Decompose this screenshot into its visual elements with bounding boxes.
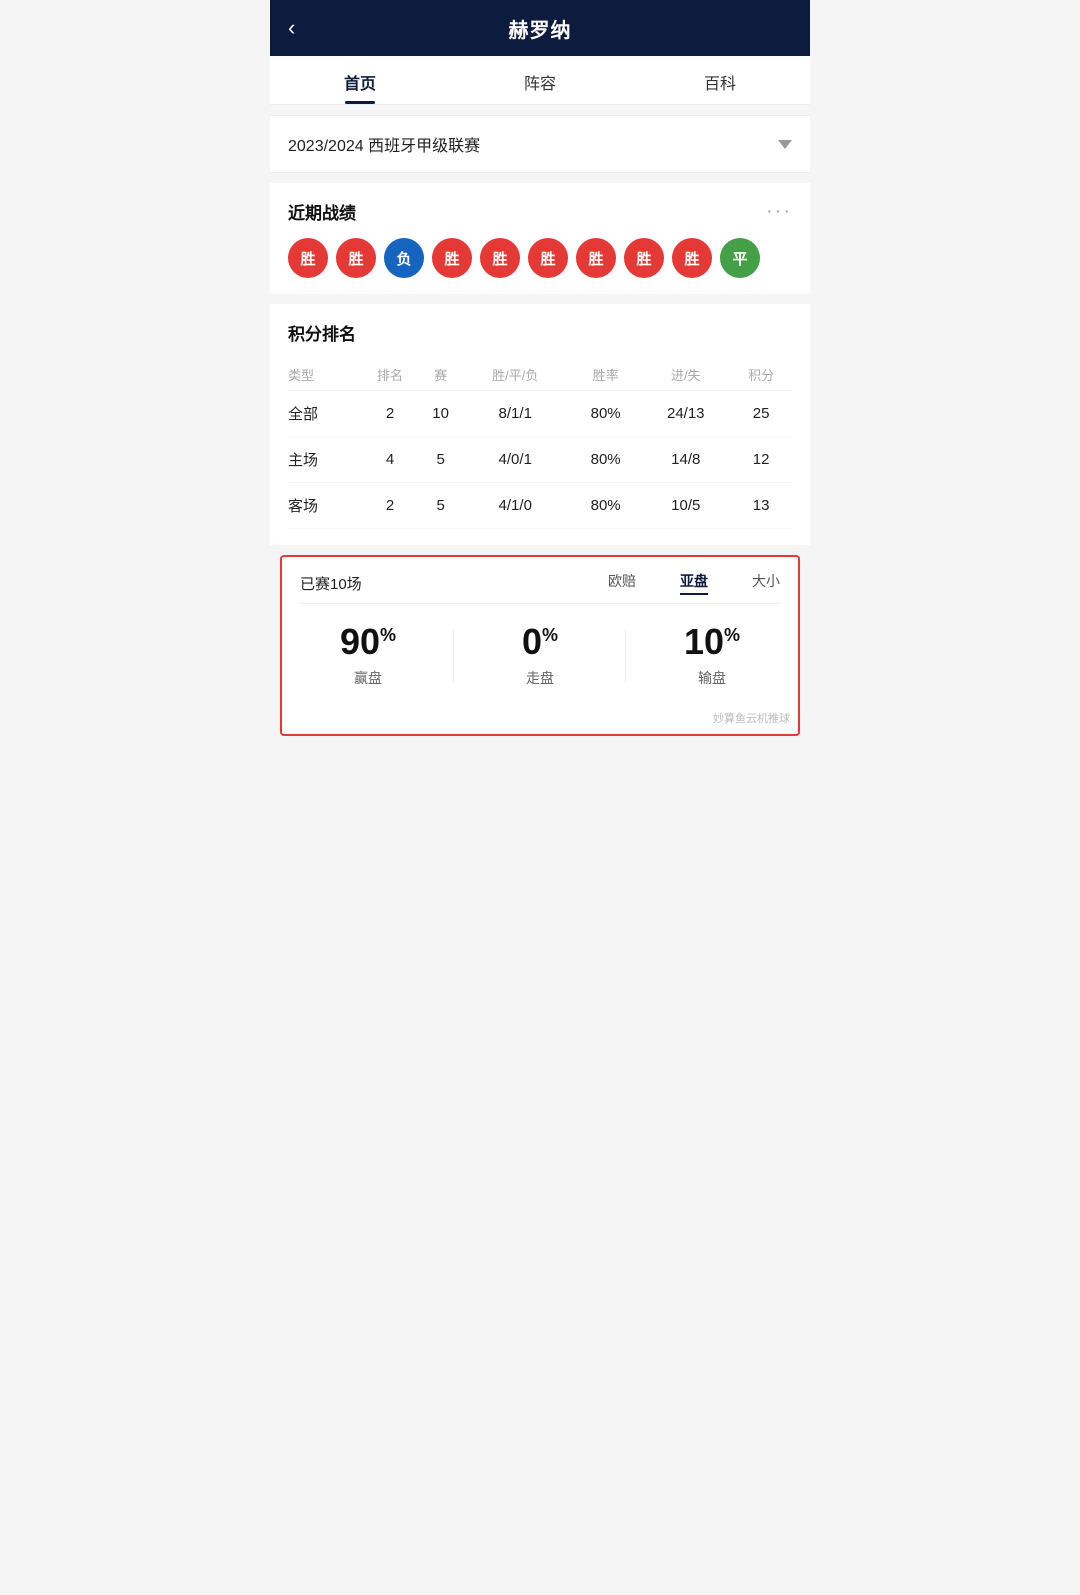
odds-stats-row: 90% 赢盘0% 走盘10% 输盘 [282,604,798,706]
watermark: 妙算鱼云机推球 [282,706,798,734]
odds-label: 赢盘 [282,668,454,688]
table-cell: 5 [421,437,461,483]
standings-col-header: 胜率 [570,359,641,391]
standings-col-header: 赛 [421,359,461,391]
table-cell: 全部 [288,391,359,437]
table-row: 主场454/0/180%14/812 [288,437,792,483]
result-badge: 胜 [288,238,328,278]
standings-table: 类型排名赛胜/平/负胜率进/失积分全部2108/1/180%24/1325主场4… [288,359,792,529]
table-cell: 80% [570,483,641,529]
standings-section: 积分排名 类型排名赛胜/平/负胜率进/失积分全部2108/1/180%24/13… [270,304,810,545]
table-row: 全部2108/1/180%24/1325 [288,391,792,437]
standings-col-header: 胜/平/负 [460,359,570,391]
table-row: 客场254/1/080%10/513 [288,483,792,529]
tab-home[interactable]: 首页 [270,56,450,104]
odds-label: 走盘 [454,668,626,688]
table-cell: 80% [570,391,641,437]
table-cell: 客场 [288,483,359,529]
table-cell: 2 [359,483,421,529]
result-badge: 胜 [432,238,472,278]
result-badge: 胜 [336,238,376,278]
table-cell: 主场 [288,437,359,483]
odds-type-tab[interactable]: 大小 [752,571,780,595]
table-cell: 24/13 [641,391,730,437]
tab-roster[interactable]: 阵容 [450,56,630,104]
table-cell: 8/1/1 [460,391,570,437]
header: ‹ 赫罗纳 [270,0,810,56]
result-badge: 胜 [528,238,568,278]
odds-percent-value: 90% [282,624,454,660]
odds-played-label: 已赛10场 [300,573,588,594]
results-row: 胜胜负胜胜胜胜胜胜平 [288,238,792,278]
odds-section: 已赛10场 欧赔 亚盘 大小 90% 赢盘0% 走盘10% 输盘 妙算鱼云机推球 [280,555,800,736]
result-badge: 胜 [624,238,664,278]
recent-results-section: 近期战绩 ··· 胜胜负胜胜胜胜胜胜平 [270,183,810,294]
result-badge: 胜 [576,238,616,278]
chevron-down-icon [778,140,792,149]
table-cell: 25 [730,391,792,437]
table-cell: 4/0/1 [460,437,570,483]
table-cell: 14/8 [641,437,730,483]
odds-type-tab[interactable]: 欧赔 [608,571,636,595]
standings-col-header: 积分 [730,359,792,391]
odds-types-row: 欧赔 亚盘 大小 [588,571,780,595]
season-label: 2023/2024 西班牙甲级联赛 [288,132,480,156]
odds-stat: 10% 输盘 [626,624,798,688]
table-cell: 5 [421,483,461,529]
standings-col-header: 类型 [288,359,359,391]
recent-results-title: 近期战绩 [288,199,356,224]
season-selector[interactable]: 2023/2024 西班牙甲级联赛 [270,115,810,173]
odds-stat: 90% 赢盘 [282,624,454,688]
table-cell: 10 [421,391,461,437]
table-cell: 4 [359,437,421,483]
odds-stat: 0% 走盘 [454,624,626,688]
standings-col-header: 排名 [359,359,421,391]
page-title: 赫罗纳 [509,14,572,43]
tabs-bar: 首页 阵容 百科 [270,56,810,105]
more-button[interactable]: ··· [766,200,792,223]
table-cell: 2 [359,391,421,437]
odds-label: 输盘 [626,668,798,688]
odds-percent-value: 10% [626,624,798,660]
result-badge: 胜 [672,238,712,278]
tab-wiki[interactable]: 百科 [630,56,810,104]
table-cell: 4/1/0 [460,483,570,529]
back-button[interactable]: ‹ [288,15,295,41]
table-cell: 10/5 [641,483,730,529]
result-badge: 平 [720,238,760,278]
standings-title: 积分排名 [288,320,792,345]
table-cell: 12 [730,437,792,483]
standings-col-header: 进/失 [641,359,730,391]
result-badge: 胜 [480,238,520,278]
odds-header: 已赛10场 欧赔 亚盘 大小 [282,557,798,603]
table-cell: 80% [570,437,641,483]
odds-percent-value: 0% [454,624,626,660]
result-badge: 负 [384,238,424,278]
table-cell: 13 [730,483,792,529]
odds-type-tab[interactable]: 亚盘 [680,571,708,595]
